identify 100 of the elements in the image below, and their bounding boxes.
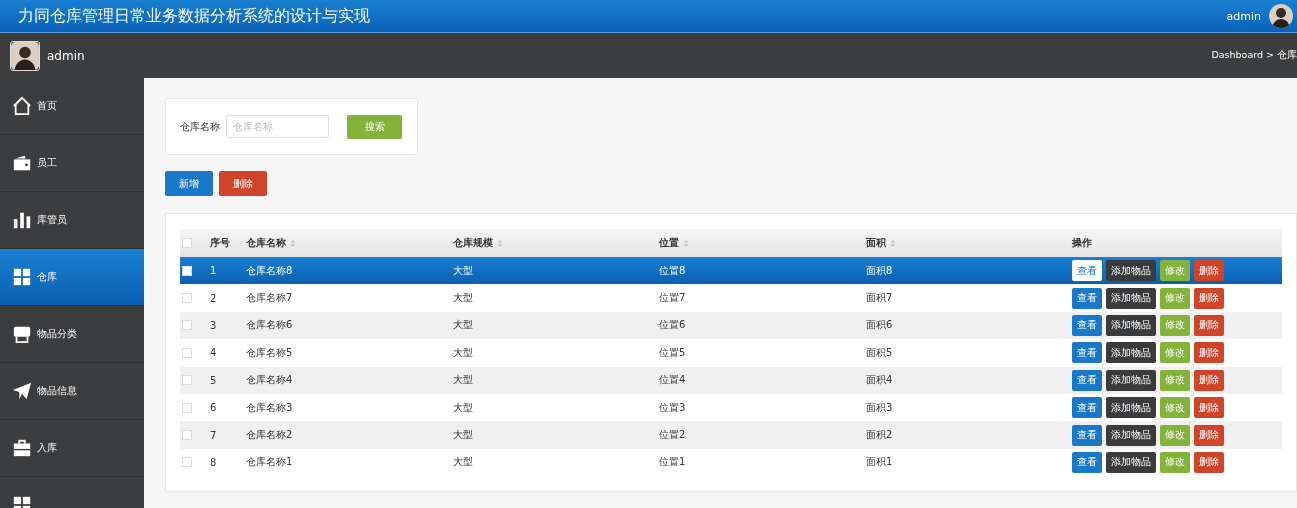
search-button[interactable]: 搜索 <box>347 114 402 139</box>
table-cell-text: 大型 <box>453 345 474 360</box>
field-label: 仓库名称 <box>180 119 220 134</box>
table-row[interactable]: 7 仓库名称2 大型 位置2 面积2 查看 添加物品 修改 删除 <box>180 421 1282 449</box>
sidebar-label: 首页 <box>37 99 57 113</box>
delete-button[interactable]: 删除 <box>1194 314 1224 336</box>
view-button[interactable]: 查看 <box>1072 342 1102 364</box>
table-cell-text: 仓库名称3 <box>246 400 294 415</box>
sort-icon[interactable] <box>290 238 296 248</box>
table-row[interactable]: 2 仓库名称7 大型 位置7 面积7 查看 添加物品 修改 删除 <box>180 284 1282 312</box>
delete-button[interactable]: 删除 <box>1194 369 1224 391</box>
sidebar-label: 库管员 <box>37 213 67 227</box>
edit-button[interactable]: 修改 <box>1160 397 1190 419</box>
view-button[interactable]: 查看 <box>1072 369 1102 391</box>
table-cell-text: 7 <box>210 429 218 441</box>
table-cell-text: 面积4 <box>866 373 894 388</box>
select-all-checkbox[interactable] <box>182 238 192 248</box>
edit-button[interactable]: 修改 <box>1160 342 1190 364</box>
add-button[interactable]: 添加物品 <box>1106 342 1156 364</box>
table-row[interactable]: 5 仓库名称4 大型 位置4 面积4 查看 添加物品 修改 删除 <box>180 366 1282 394</box>
add-button[interactable]: 新增 <box>165 171 213 196</box>
delete-button[interactable]: 删除 <box>1194 451 1224 473</box>
delete-button[interactable]: 删除 <box>219 171 267 196</box>
avatar-icon <box>1269 4 1293 28</box>
table-cell-text: 位置1 <box>659 455 687 470</box>
view-button[interactable]: 查看 <box>1072 397 1102 419</box>
table-cell-text: 位置4 <box>659 373 687 388</box>
table-cell-text: 位置8 <box>659 263 687 278</box>
add-button[interactable]: 添加物品 <box>1106 287 1156 309</box>
table-row[interactable]: 1 仓库名称8 大型 位置8 面积8 查看 添加物品 修改 删除 <box>180 257 1282 285</box>
table-cell-text: 2 <box>210 292 218 304</box>
table-cell-text: 面积3 <box>866 400 894 415</box>
edit-button[interactable]: 修改 <box>1160 451 1190 473</box>
edit-button[interactable]: 修改 <box>1160 287 1190 309</box>
row-checkbox[interactable] <box>182 430 192 441</box>
home-icon <box>12 96 32 116</box>
sort-icon[interactable] <box>683 238 689 248</box>
add-button[interactable]: 添加物品 <box>1106 369 1156 391</box>
column-header: 仓库名称 <box>246 236 286 250</box>
table-cell-text: 8 <box>210 456 218 468</box>
view-button[interactable]: 查看 <box>1072 451 1102 473</box>
view-button[interactable]: 查看 <box>1072 260 1102 282</box>
sort-icon[interactable] <box>890 238 896 248</box>
table-cell-text: 仓库名称8 <box>246 263 294 278</box>
add-button[interactable]: 添加物品 <box>1106 397 1156 419</box>
avatar-icon <box>10 40 40 71</box>
view-button[interactable]: 查看 <box>1072 424 1102 446</box>
table-cell-text: 面积1 <box>866 455 894 470</box>
table-cell-text: 大型 <box>453 263 474 278</box>
delete-button[interactable]: 删除 <box>1194 260 1224 282</box>
table-row[interactable]: 8 仓库名称1 大型 位置1 面积1 查看 添加物品 修改 删除 <box>180 448 1282 477</box>
grid-icon <box>12 267 32 287</box>
sort-icon[interactable] <box>497 238 503 248</box>
add-button[interactable]: 添加物品 <box>1106 424 1156 446</box>
table-row[interactable]: 3 仓库名称6 大型 位置6 面积6 查看 添加物品 修改 删除 <box>180 311 1282 340</box>
table-cell-text: 位置6 <box>659 318 687 333</box>
table-cell-text: 面积6 <box>866 318 894 333</box>
table-cell-text: 面积2 <box>866 428 894 443</box>
row-checkbox[interactable] <box>182 375 192 386</box>
sidebar-label: 员工 <box>37 156 57 170</box>
row-checkbox[interactable] <box>182 402 192 413</box>
delete-button[interactable]: 删除 <box>1194 424 1224 446</box>
sidebar-item[interactable]: 仓库 <box>0 249 144 306</box>
delete-button[interactable]: 删除 <box>1194 342 1224 364</box>
table-cell-text: 5 <box>210 374 218 386</box>
table-cell-text: 仓库名称4 <box>246 373 294 388</box>
table-cell-text: 6 <box>210 402 218 414</box>
view-button[interactable]: 查看 <box>1072 287 1102 309</box>
edit-button[interactable]: 修改 <box>1160 424 1190 446</box>
table-cell-text: 大型 <box>453 318 474 333</box>
table-cell-text: 位置2 <box>659 428 687 443</box>
delete-button[interactable]: 删除 <box>1194 397 1224 419</box>
sidebar-label: 物品信息 <box>37 384 77 398</box>
table-row[interactable]: 4 仓库名称5 大型 位置5 面积5 查看 添加物品 修改 删除 <box>180 339 1282 367</box>
table-cell-text: 仓库名称5 <box>246 345 294 360</box>
add-button[interactable]: 添加物品 <box>1106 314 1156 336</box>
table-cell-text: 大型 <box>453 400 474 415</box>
add-button[interactable]: 添加物品 <box>1106 451 1156 473</box>
table-cell-text: 面积7 <box>866 291 894 306</box>
row-checkbox[interactable] <box>182 293 192 304</box>
column-header: 序号 <box>210 236 230 250</box>
user-name[interactable]: admin <box>1226 9 1261 23</box>
store-icon <box>12 324 32 344</box>
column-header: 操作 <box>1072 236 1092 250</box>
table-cell-text: 面积8 <box>866 263 894 278</box>
row-checkbox[interactable] <box>182 347 192 358</box>
row-checkbox[interactable] <box>182 265 192 276</box>
table-row[interactable]: 6 仓库名称3 大型 位置3 面积3 查看 添加物品 修改 删除 <box>180 393 1282 422</box>
add-button[interactable]: 添加物品 <box>1106 260 1156 282</box>
column-header: 面积 <box>866 236 886 250</box>
paper-plane-icon <box>12 381 32 401</box>
table-cell-text: 位置5 <box>659 345 687 360</box>
column-header: 位置 <box>659 236 679 250</box>
row-checkbox[interactable] <box>182 457 192 468</box>
edit-button[interactable]: 修改 <box>1160 314 1190 336</box>
edit-button[interactable]: 修改 <box>1160 260 1190 282</box>
delete-button[interactable]: 删除 <box>1194 287 1224 309</box>
edit-button[interactable]: 修改 <box>1160 369 1190 391</box>
row-checkbox[interactable] <box>182 320 192 331</box>
view-button[interactable]: 查看 <box>1072 314 1102 336</box>
